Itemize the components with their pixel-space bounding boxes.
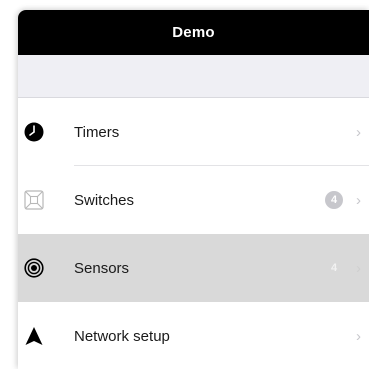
count-badge: 4: [330, 262, 338, 274]
app-window: Demo Timers › Switches 4 › Sensors 4 › N…: [18, 10, 369, 369]
chevron-right-icon: ›: [356, 191, 361, 209]
menu-item-network-setup[interactable]: Network setup ›: [18, 302, 369, 369]
menu-item-timers[interactable]: Timers ›: [18, 98, 369, 166]
menu-item-switches[interactable]: Switches 4 ›: [18, 166, 369, 234]
menu-item-sensors[interactable]: Sensors 4 ›: [18, 234, 369, 302]
menu-item-label: Network setup: [74, 327, 170, 345]
menu-item-label: Switches: [74, 191, 135, 209]
menu-item-label: Timers: [74, 123, 120, 141]
navigation-bar: Demo: [18, 10, 369, 55]
page-title: Demo: [172, 24, 215, 41]
sensor-icon: [24, 258, 44, 278]
switch-icon: [24, 190, 44, 210]
section-header-spacer: [18, 55, 369, 98]
count-badge: 4: [325, 191, 343, 209]
chevron-right-icon: ›: [356, 259, 361, 277]
menu-list: Timers › Switches 4 › Sensors 4 › Networ…: [18, 98, 369, 369]
chevron-right-icon: ›: [356, 327, 361, 345]
clock-icon: [24, 122, 44, 142]
chevron-right-icon: ›: [356, 123, 361, 141]
network-icon: [24, 326, 44, 346]
menu-item-label: Sensors: [74, 259, 130, 277]
